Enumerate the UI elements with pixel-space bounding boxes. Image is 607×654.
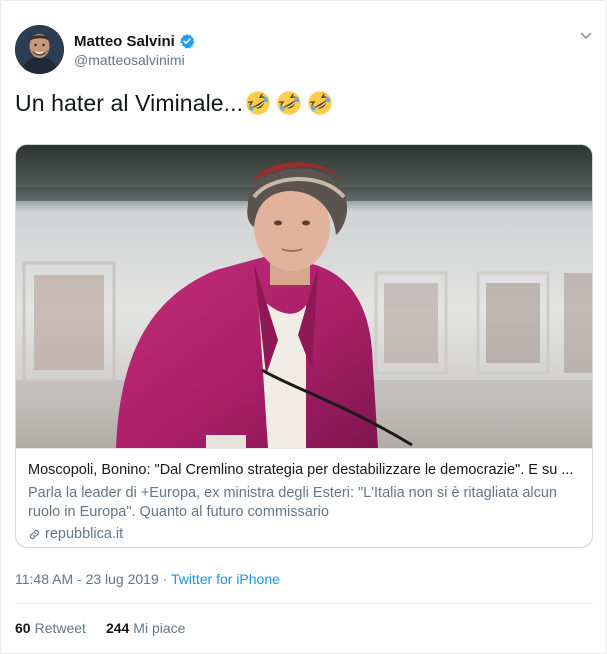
card-title[interactable]: Moscopoli, Bonino: "Dal Cremlino strateg… — [28, 461, 580, 479]
link-preview-card[interactable]: Moscopoli, Bonino: "Dal Cremlino strateg… — [15, 144, 593, 548]
meta-dot: · — [158, 571, 171, 587]
laughing-emoji-icon — [277, 91, 301, 115]
retweet-label: Retweet — [34, 620, 86, 636]
like-count: 244 — [105, 620, 130, 636]
card-description: Parla la leader di +Europa, ex ministra … — [28, 485, 557, 520]
meta-separator: - — [73, 571, 86, 587]
emoji-row — [244, 89, 337, 117]
avatar[interactable] — [15, 25, 64, 74]
like-label: Mi piace — [133, 620, 186, 636]
tweet-date[interactable]: 23 lug 2019 — [86, 571, 159, 587]
card-domain[interactable]: repubblica.it — [28, 526, 580, 542]
name-row[interactable]: Matteo Salvini — [74, 31, 195, 51]
tweet-header: Matteo Salvini @matteosalvinimi — [15, 21, 595, 77]
like-stat[interactable]: 244 Mi piace — [106, 620, 186, 636]
article-photo — [16, 145, 592, 448]
card-image[interactable] — [16, 145, 592, 448]
retweet-count: 60 — [15, 620, 31, 636]
tweet-stats: 60 Retweet 244 Mi piace — [15, 620, 205, 636]
link-icon — [29, 529, 40, 539]
laughing-emoji-icon — [246, 91, 270, 115]
chevron-down-icon[interactable] — [579, 29, 593, 43]
laughing-emoji-icon — [308, 91, 332, 115]
verified-badge-icon — [179, 33, 195, 49]
tweet-text-content: Un hater al Viminale... — [15, 89, 244, 116]
card-body[interactable]: Moscopoli, Bonino: "Dal Cremlino strateg… — [16, 448, 592, 547]
tweet-meta: 11:48 AM - 23 lug 2019 · Twitter for iPh… — [15, 571, 280, 587]
user-handle[interactable]: @matteosalvinimi — [74, 52, 185, 68]
retweet-stat[interactable]: 60 Retweet — [15, 620, 86, 636]
tweet-card: Matteo Salvini @matteosalvinimi Un hater… — [0, 0, 607, 654]
card-domain-text: repubblica.it — [45, 526, 124, 542]
divider — [15, 603, 593, 604]
display-name[interactable]: Matteo Salvini — [74, 33, 175, 50]
tweet-text: Un hater al Viminale... — [15, 89, 337, 117]
tweet-source-link[interactable]: Twitter for iPhone — [171, 571, 280, 587]
avatar-portrait — [15, 25, 64, 74]
tweet-time[interactable]: 11:48 AM — [15, 571, 73, 587]
